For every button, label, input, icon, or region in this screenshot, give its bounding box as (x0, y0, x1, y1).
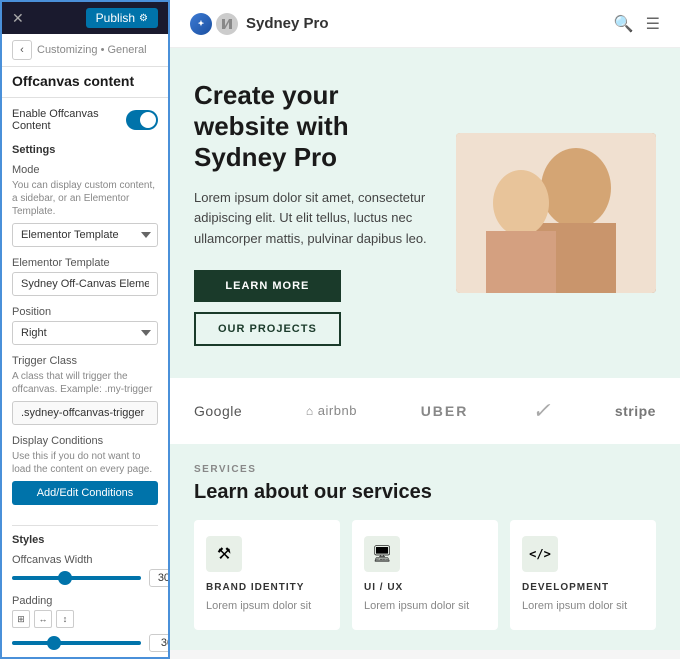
trigger-class-input[interactable] (12, 401, 158, 425)
services-section: SERVICES Learn about our services ⚒ BRAN… (170, 444, 680, 650)
hero-title: Create your website with Sydney Pro (194, 80, 436, 174)
search-icon[interactable]: 🔍 (614, 14, 634, 34)
hero-section: Create your website with Sydney Pro Lore… (170, 48, 680, 378)
mode-desc: You can display custom content, a sideba… (12, 179, 158, 218)
header-icons: 🔍 ☰ (614, 14, 660, 34)
padding-row (12, 634, 158, 652)
learn-more-button[interactable]: LEARN MORE (194, 270, 341, 302)
logo-icon: ✦ (190, 13, 238, 35)
offcanvas-width-label: Offcanvas Width (12, 554, 158, 566)
trigger-class-desc: A class that will trigger the offcanvas.… (12, 370, 158, 396)
hero-content: Create your website with Sydney Pro Lore… (194, 80, 436, 346)
development-desc: Lorem ipsum dolor sit (522, 599, 644, 614)
brand-stripe: stripe (615, 403, 656, 419)
service-card-ui-ux: 🖥 UI / UX Lorem ipsum dolor sit (352, 520, 498, 630)
service-card-brand-identity: ⚒ BRAND IDENTITY Lorem ipsum dolor sit (194, 520, 340, 630)
panel-body: Enable Offcanvas Content Settings Mode Y… (2, 98, 168, 657)
hero-buttons: LEARN MORE OUR PROJECTS (194, 270, 341, 346)
ui-ux-desc: Lorem ipsum dolor sit (364, 599, 486, 614)
panel-title: Offcanvas content (2, 67, 168, 98)
logo-n-icon (216, 13, 238, 35)
display-conditions-label: Display Conditions (12, 435, 158, 447)
brand-identity-name: BRAND IDENTITY (206, 582, 328, 593)
styles-section-title: Styles (12, 534, 158, 546)
brand-nike: ✓ (532, 398, 551, 424)
development-icon: </> (522, 536, 558, 572)
enable-toggle-row: Enable Offcanvas Content (12, 108, 158, 132)
mode-label: Mode (12, 164, 158, 176)
mode-select[interactable]: Elementor Template Custom Content Sideba… (12, 223, 158, 247)
enable-offcanvas-label: Enable Offcanvas Content (12, 108, 126, 132)
trigger-class-label: Trigger Class (12, 355, 158, 367)
brands-section: Google ⌂ airbnb UBER ✓ stripe (170, 378, 680, 444)
site-header: ✦ Sydney Pro 🔍 ☰ (170, 0, 680, 48)
our-projects-button[interactable]: OUR PROJECTS (194, 312, 341, 346)
display-conditions-desc: Use this if you do not want to load the … (12, 450, 158, 476)
development-name: DEVELOPMENT (522, 582, 644, 593)
menu-icon[interactable]: ☰ (646, 14, 660, 34)
hero-image-placeholder (456, 133, 656, 293)
left-panel: ✕ Publish ⚙ ‹ Customizing • General Offc… (0, 0, 170, 659)
brand-airbnb: ⌂ airbnb (306, 403, 357, 418)
right-panel: ✦ Sydney Pro 🔍 ☰ Create your website wit… (170, 0, 680, 659)
padding-label: Padding (12, 595, 158, 607)
site-logo: ✦ Sydney Pro (190, 13, 329, 35)
services-title: Learn about our services (194, 481, 656, 504)
ui-ux-icon: 🖥 (364, 536, 400, 572)
enable-offcanvas-toggle[interactable] (126, 110, 158, 130)
service-card-development: </> DEVELOPMENT Lorem ipsum dolor sit (510, 520, 656, 630)
offcanvas-width-slider[interactable] (12, 576, 141, 580)
offcanvas-width-row (12, 569, 158, 587)
elementor-template-input[interactable] (12, 272, 158, 296)
brand-google: Google (194, 403, 242, 419)
elementor-template-label: Elementor Template (12, 257, 158, 269)
brand-identity-desc: Lorem ipsum dolor sit (206, 599, 328, 614)
gear-icon: ⚙ (139, 13, 148, 24)
padding-horizontal-icon[interactable]: ↔ (34, 610, 52, 628)
hero-image (456, 133, 656, 293)
padding-vertical-icon[interactable]: ↕ (56, 610, 74, 628)
offcanvas-width-input[interactable] (149, 569, 168, 587)
padding-slider[interactable] (12, 641, 141, 645)
back-button[interactable]: ‹ (12, 40, 32, 60)
padding-all-icon[interactable]: ⊞ (12, 610, 30, 628)
position-select[interactable]: Right Left (12, 321, 158, 345)
publish-button[interactable]: Publish ⚙ (86, 8, 158, 28)
ui-ux-name: UI / UX (364, 582, 486, 593)
site-logo-text: Sydney Pro (246, 15, 329, 32)
top-bar: ✕ Publish ⚙ (2, 2, 168, 34)
hero-description: Lorem ipsum dolor sit amet, consectetur … (194, 188, 436, 250)
services-grid: ⚒ BRAND IDENTITY Lorem ipsum dolor sit 🖥… (194, 520, 656, 630)
services-label: SERVICES (194, 464, 656, 475)
padding-icons: ⊞ ↔ ↕ (12, 610, 158, 628)
add-edit-conditions-button[interactable]: Add/Edit Conditions (12, 481, 158, 505)
settings-section-title: Settings (12, 144, 158, 156)
padding-input[interactable] (149, 634, 168, 652)
close-button[interactable]: ✕ (12, 10, 24, 27)
position-label: Position (12, 306, 158, 318)
logo-circle-icon: ✦ (190, 13, 212, 35)
breadcrumb: Customizing • General (37, 44, 147, 56)
brand-uber: UBER (421, 403, 469, 419)
brand-identity-icon: ⚒ (206, 536, 242, 572)
breadcrumb-row: ‹ Customizing • General (2, 34, 168, 67)
